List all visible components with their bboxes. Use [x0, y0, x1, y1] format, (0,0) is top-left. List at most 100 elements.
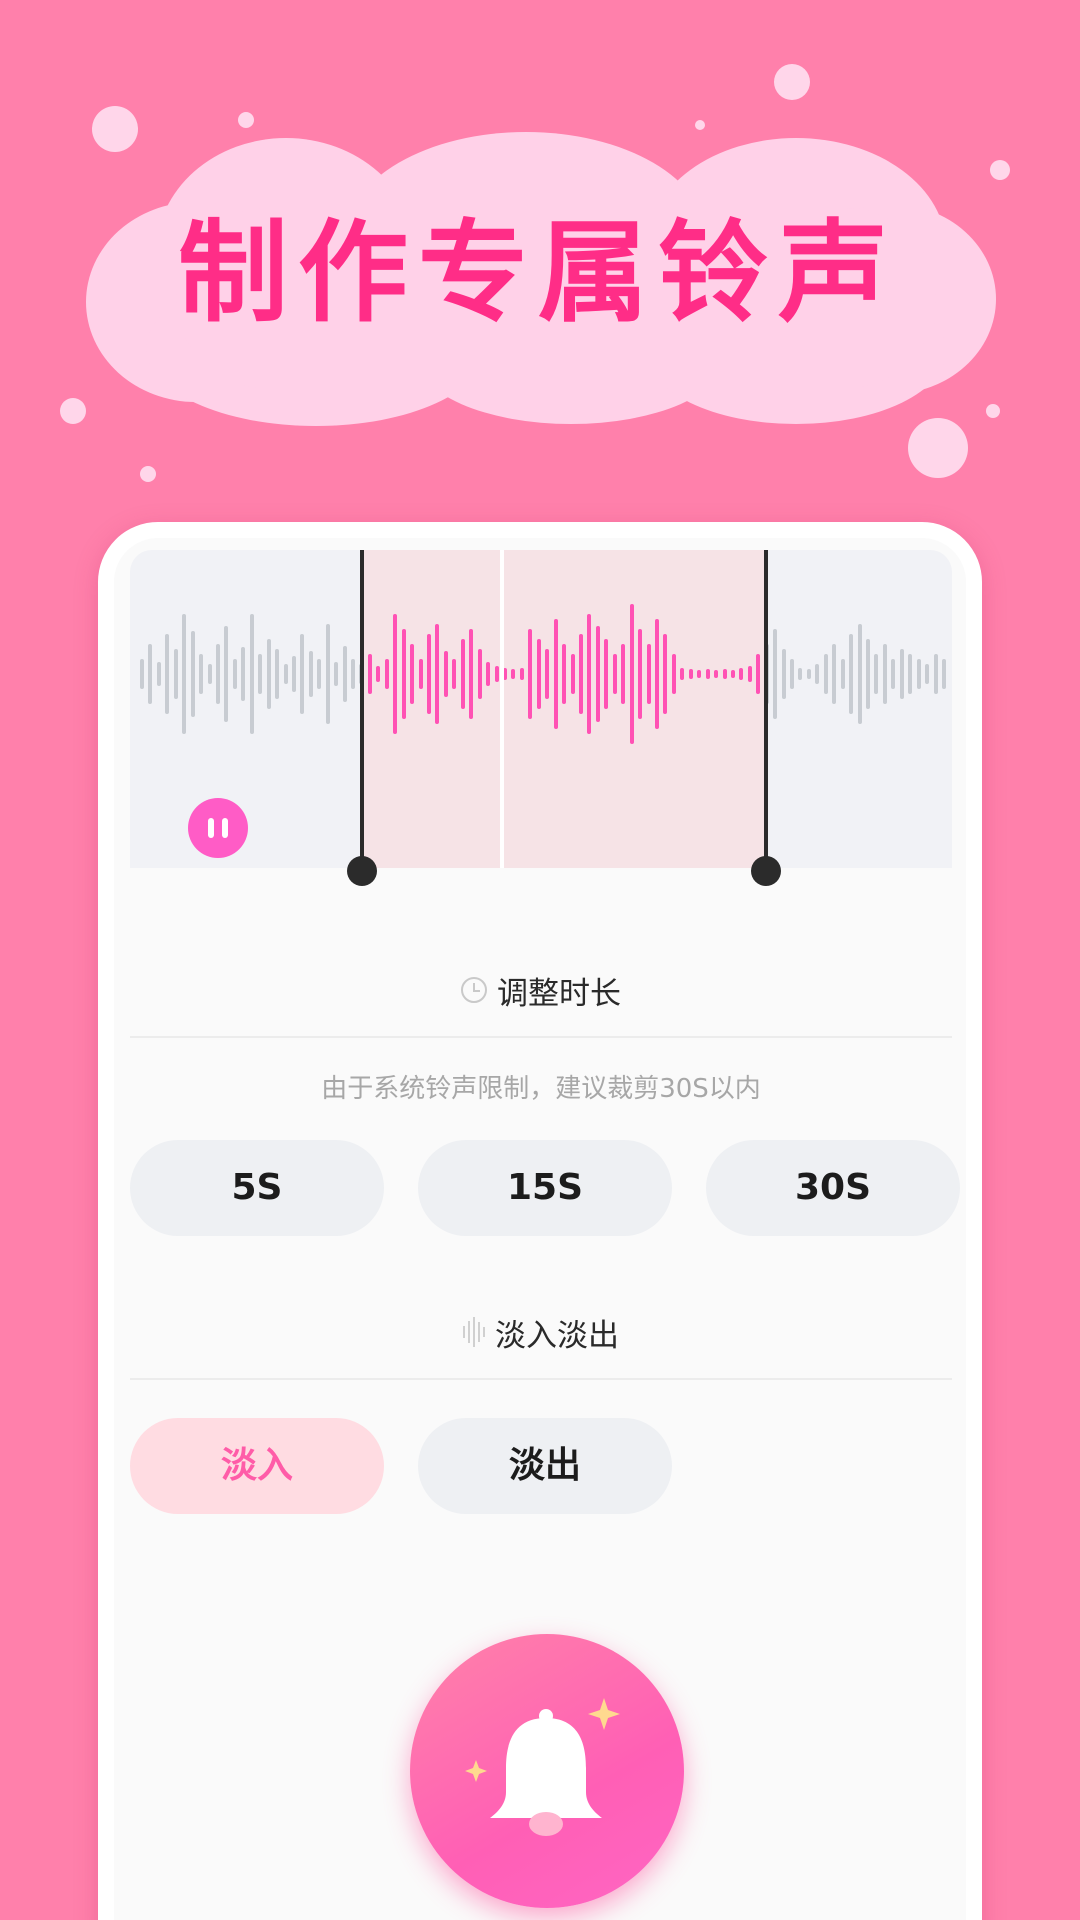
waveform-bar	[747, 666, 752, 682]
duration-option-5s[interactable]: 5S	[130, 1140, 384, 1236]
fade-out-option[interactable]: 淡出	[418, 1418, 672, 1514]
waveform-bar	[199, 654, 204, 694]
waveform-bar	[697, 670, 702, 678]
end-handle[interactable]	[751, 856, 781, 886]
waveform-bar	[300, 634, 305, 714]
waveform-bar	[401, 629, 406, 719]
waveform-bar	[460, 639, 465, 709]
waveform-bar	[410, 644, 415, 704]
decorative-bubble	[140, 466, 156, 482]
waveform-bar	[435, 624, 440, 724]
waveform	[130, 550, 952, 868]
waveform-bar	[857, 624, 862, 724]
waveform-bar	[241, 647, 246, 701]
waveform-bar	[156, 662, 161, 686]
end-handle-line[interactable]	[764, 550, 768, 868]
waveform-editor[interactable]	[130, 550, 952, 868]
duration-hint: 由于系统铃声限制，建议裁剪30S以内	[321, 1074, 761, 1104]
decorative-bubble	[695, 120, 705, 130]
waveform-bar	[612, 654, 617, 694]
playhead[interactable]	[500, 550, 504, 868]
waveform-bar	[249, 614, 254, 734]
waveform-bar	[646, 644, 651, 704]
fade-section-header: 淡入淡出	[130, 1310, 952, 1354]
waveform-bar	[173, 649, 178, 699]
waveform-bar	[781, 649, 786, 699]
waveform-bar	[790, 659, 795, 689]
pause-icon-bar	[222, 818, 228, 838]
waveform-bar	[182, 614, 187, 734]
waveform-bar	[688, 669, 693, 679]
make-ringtone-button[interactable]	[410, 1634, 684, 1908]
waveform-bar	[908, 654, 913, 694]
waveform-bar	[849, 634, 854, 714]
start-handle-line[interactable]	[360, 550, 364, 868]
waveform-bar	[925, 664, 930, 684]
waveform-bar	[325, 624, 330, 724]
waveform-bar	[536, 639, 541, 709]
decorative-bubble	[60, 398, 86, 424]
waveform-bar	[528, 629, 533, 719]
waveform-bar	[739, 668, 744, 680]
waveform-bar	[224, 626, 229, 722]
waveform-bar	[882, 644, 887, 704]
pause-button[interactable]	[188, 798, 248, 858]
duration-option-15s[interactable]: 15S	[418, 1140, 672, 1236]
waveform-bar	[384, 659, 389, 689]
waveform-bar	[317, 659, 322, 689]
pause-icon	[208, 818, 214, 838]
waveform-bar	[705, 669, 710, 679]
waveform-bar	[207, 664, 212, 684]
waveform-bar	[798, 668, 803, 680]
waveform-bar	[722, 669, 727, 679]
clock-icon	[461, 977, 487, 1003]
waveform-bar	[393, 614, 398, 734]
duration-section-title: 调整时长	[497, 975, 621, 1012]
start-handle[interactable]	[347, 856, 377, 886]
bell-sparkle-icon	[465, 1698, 620, 1836]
waveform-bar	[469, 629, 474, 719]
waveform-bar	[806, 669, 811, 679]
waveform-bar	[334, 662, 339, 686]
waveform-bar	[275, 649, 280, 699]
waveform-bar	[916, 659, 921, 689]
waveform-bar	[342, 646, 347, 702]
waveform-bar	[570, 654, 575, 694]
waveform-bar	[874, 654, 879, 694]
waveform-bar	[418, 659, 423, 689]
headline-title: 制作专属铃声	[178, 209, 898, 337]
decorative-bubble	[238, 112, 254, 128]
waveform-bar	[494, 666, 499, 682]
waveform-bar	[165, 634, 170, 714]
waveform-bar	[638, 629, 643, 719]
fade-in-option[interactable]: 淡入	[130, 1418, 384, 1514]
duration-option-30s[interactable]: 30S	[706, 1140, 960, 1236]
waveform-bar	[232, 659, 237, 689]
waveform-bar	[671, 654, 676, 694]
waveform-bar	[891, 659, 896, 689]
waveform-bar	[367, 654, 372, 694]
waveform-bar	[258, 654, 263, 694]
waveform-bar	[266, 639, 271, 709]
phone-mockup: 调整时长 由于系统铃声限制，建议裁剪30S以内 5S 15S 30S 淡入淡出 …	[98, 522, 982, 1920]
waveform-bar	[680, 668, 685, 680]
waveform-bar	[511, 669, 516, 679]
waveform-bar	[942, 659, 946, 689]
waveform-bar	[815, 664, 820, 684]
decorative-bubble	[990, 160, 1010, 180]
waveform-bar	[308, 651, 313, 697]
waveform-bar	[587, 614, 592, 734]
waveform-bar	[604, 639, 609, 709]
waveform-bar	[595, 626, 600, 722]
waveform-bar	[773, 629, 778, 719]
fade-section-title: 淡入淡出	[495, 1317, 619, 1354]
waveform-bar	[351, 659, 356, 689]
waveform-bar	[148, 644, 153, 704]
waveform-bar	[730, 670, 735, 678]
waveform-bar	[663, 634, 668, 714]
waveform-bar	[443, 651, 448, 697]
divider	[130, 1036, 952, 1038]
duration-section-header: 调整时长	[130, 968, 952, 1012]
waveform-bar	[578, 634, 583, 714]
waveform-bar	[215, 644, 220, 704]
